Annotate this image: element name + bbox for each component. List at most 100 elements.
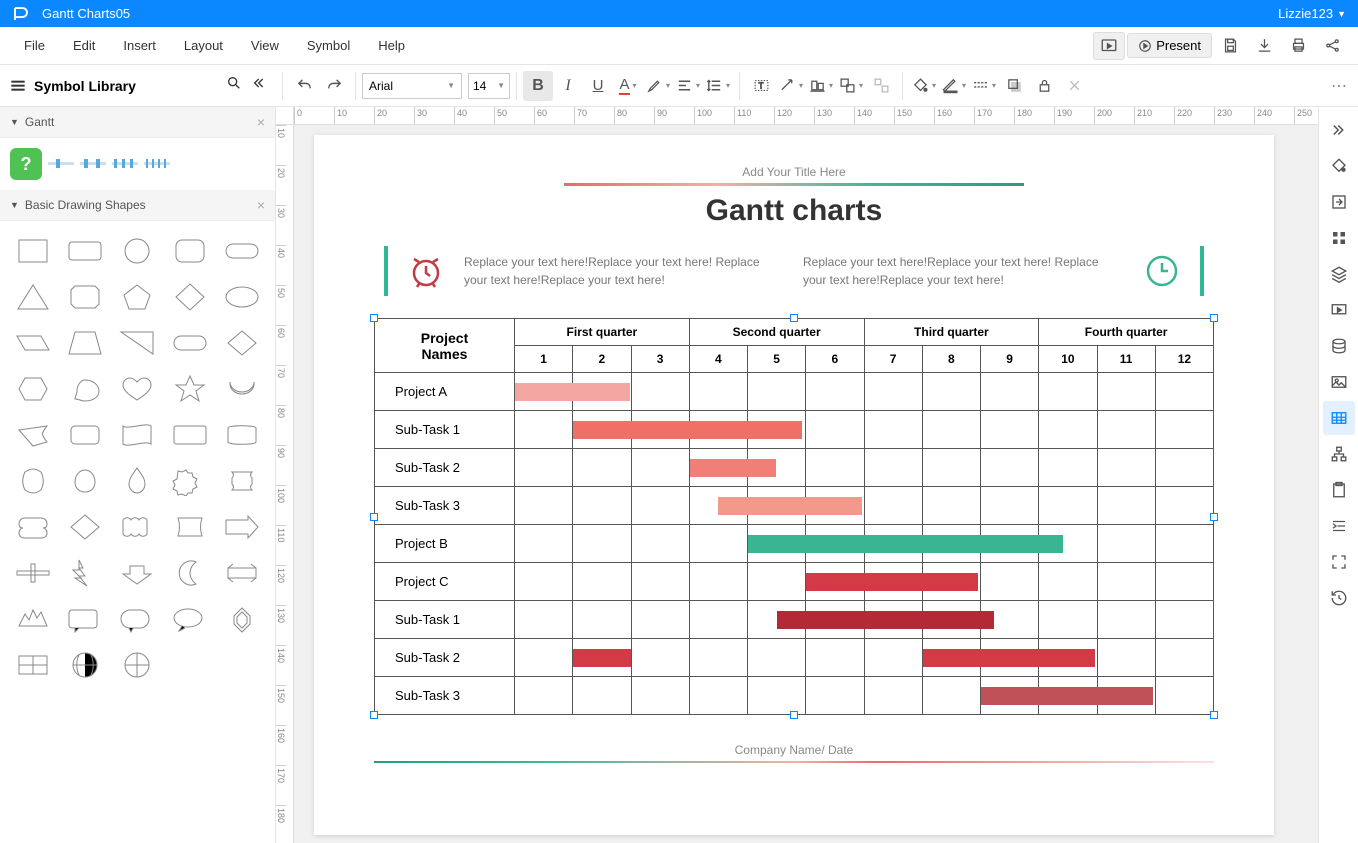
hierarchy-icon[interactable]: [1323, 437, 1355, 471]
table-icon[interactable]: [1323, 401, 1355, 435]
shape-0[interactable]: [12, 233, 54, 269]
shape-15[interactable]: [12, 371, 54, 407]
layers-icon[interactable]: [1323, 257, 1355, 291]
shape-29[interactable]: [221, 463, 263, 499]
menu-file[interactable]: File: [10, 27, 59, 65]
shape-3[interactable]: [169, 233, 211, 269]
fullscreen-icon[interactable]: [1323, 545, 1355, 579]
line-spacing-button[interactable]: [703, 71, 733, 101]
shape-40[interactable]: [12, 601, 54, 637]
shape-21[interactable]: [64, 417, 106, 453]
shape-31[interactable]: [64, 509, 106, 545]
shape-28[interactable]: [169, 463, 211, 499]
gantt-chart[interactable]: ProjectNamesFirst quarterSecond quarterT…: [374, 318, 1214, 715]
gantt-row-label[interactable]: Sub-Task 2: [375, 449, 515, 487]
lock-button[interactable]: [1029, 71, 1059, 101]
history-icon[interactable]: [1323, 581, 1355, 615]
collapse-library-icon[interactable]: [250, 75, 266, 96]
shape-32[interactable]: [116, 509, 158, 545]
shape-47[interactable]: [116, 647, 158, 683]
doc-footer[interactable]: Company Name/ Date: [374, 743, 1214, 757]
gantt-row-label[interactable]: Project A: [375, 373, 515, 411]
gantt-row-label[interactable]: Sub-Task 1: [375, 601, 515, 639]
text-box-button[interactable]: T: [746, 71, 776, 101]
undo-button[interactable]: [289, 71, 319, 101]
close-icon[interactable]: ×: [257, 197, 265, 213]
group-button[interactable]: [836, 71, 866, 101]
shape-22[interactable]: [116, 417, 158, 453]
shape-5[interactable]: [12, 279, 54, 315]
text-highlight-button[interactable]: [643, 71, 673, 101]
shape-8[interactable]: [169, 279, 211, 315]
expand-panel-icon[interactable]: [1323, 113, 1355, 147]
gantt-row-label[interactable]: Project B: [375, 525, 515, 563]
gantt-shape-1[interactable]: [48, 155, 74, 173]
shape-35[interactable]: [12, 555, 54, 591]
gantt-row-label[interactable]: Sub-Task 1: [375, 411, 515, 449]
shape-42[interactable]: [116, 601, 158, 637]
theme-icon[interactable]: [1323, 149, 1355, 183]
menu-insert[interactable]: Insert: [109, 27, 170, 65]
database-icon[interactable]: [1323, 329, 1355, 363]
shape-25[interactable]: [12, 463, 54, 499]
shape-27[interactable]: [116, 463, 158, 499]
font-size-select[interactable]: 14▼: [468, 73, 510, 99]
shape-1[interactable]: [64, 233, 106, 269]
bold-button[interactable]: B: [523, 71, 553, 101]
shape-17[interactable]: [116, 371, 158, 407]
indent-icon[interactable]: [1323, 509, 1355, 543]
shape-4[interactable]: [221, 233, 263, 269]
lib-section-gantt[interactable]: ▼Gantt ×: [0, 107, 275, 138]
doc-title[interactable]: Gantt charts: [374, 194, 1214, 228]
shape-20[interactable]: [12, 417, 54, 453]
intro-text-left[interactable]: Replace your text here!Replace your text…: [464, 253, 785, 289]
gantt-shape-4[interactable]: [144, 155, 170, 173]
shape-12[interactable]: [116, 325, 158, 361]
help-icon[interactable]: ?: [10, 148, 42, 180]
shape-2[interactable]: [116, 233, 158, 269]
shape-7[interactable]: [116, 279, 158, 315]
redo-button[interactable]: [319, 71, 349, 101]
menu-help[interactable]: Help: [364, 27, 419, 65]
shape-11[interactable]: [64, 325, 106, 361]
shape-38[interactable]: [169, 555, 211, 591]
shape-14[interactable]: [221, 325, 263, 361]
gantt-bar[interactable]: [573, 649, 630, 667]
gantt-shape-2[interactable]: [80, 155, 106, 173]
slideshow-icon-button[interactable]: [1093, 32, 1125, 60]
export-icon[interactable]: [1323, 185, 1355, 219]
align-objects-button[interactable]: [806, 71, 836, 101]
shape-9[interactable]: [221, 279, 263, 315]
shape-19[interactable]: [221, 371, 263, 407]
shadow-button[interactable]: [999, 71, 1029, 101]
italic-button[interactable]: I: [553, 71, 583, 101]
present-button[interactable]: Present: [1127, 33, 1212, 58]
image-icon[interactable]: [1323, 365, 1355, 399]
shape-36[interactable]: [64, 555, 106, 591]
gantt-row-label[interactable]: Project C: [375, 563, 515, 601]
print-icon-button[interactable]: [1282, 32, 1314, 60]
menu-symbol[interactable]: Symbol: [293, 27, 364, 65]
shape-41[interactable]: [64, 601, 106, 637]
gantt-row-label[interactable]: Sub-Task 3: [375, 677, 515, 715]
gantt-row-label[interactable]: Sub-Task 3: [375, 487, 515, 525]
shape-24[interactable]: [221, 417, 263, 453]
presentation-icon[interactable]: [1323, 293, 1355, 327]
shape-46[interactable]: [64, 647, 106, 683]
fill-button[interactable]: [909, 71, 939, 101]
connector-button[interactable]: [776, 71, 806, 101]
shape-18[interactable]: [169, 371, 211, 407]
shape-26[interactable]: [64, 463, 106, 499]
line-style-button[interactable]: [969, 71, 999, 101]
gantt-row-label[interactable]: Sub-Task 2: [375, 639, 515, 677]
search-library-icon[interactable]: [226, 75, 242, 96]
clipboard-icon[interactable]: [1323, 473, 1355, 507]
apps-icon[interactable]: [1323, 221, 1355, 255]
shape-13[interactable]: [169, 325, 211, 361]
shape-10[interactable]: [12, 325, 54, 361]
shape-45[interactable]: [12, 647, 54, 683]
user-menu[interactable]: Lizzie123 ▼: [1278, 6, 1346, 21]
page[interactable]: Add Your Title Here Gantt charts Replace…: [314, 135, 1274, 835]
shape-37[interactable]: [116, 555, 158, 591]
shape-43[interactable]: [169, 601, 211, 637]
